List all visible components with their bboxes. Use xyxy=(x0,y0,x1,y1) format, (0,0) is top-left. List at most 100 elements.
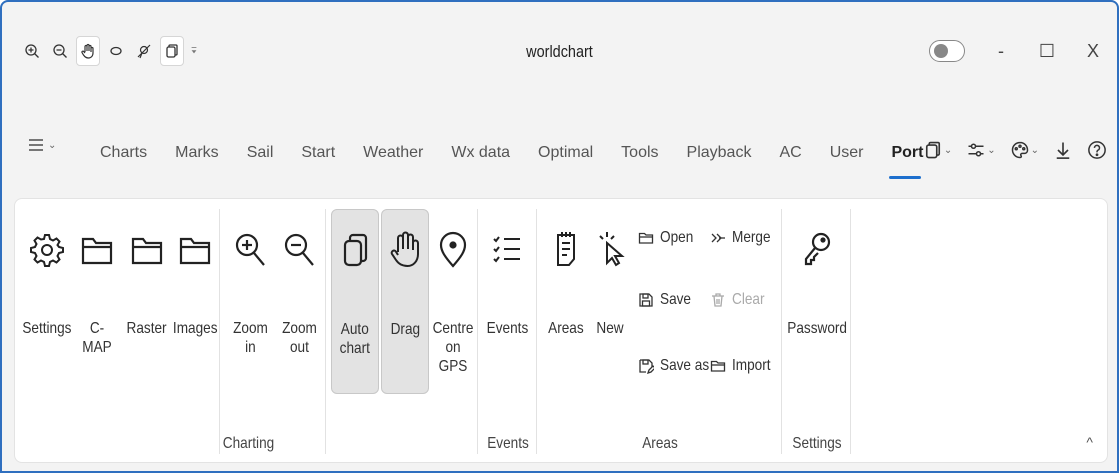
group-label-areas: Areas xyxy=(642,435,678,452)
chevron-down-icon: ⌄ xyxy=(1030,144,1039,156)
zoom-out-button[interactable] xyxy=(48,36,72,66)
save-label: Save xyxy=(660,291,691,308)
theme-toggle[interactable] xyxy=(929,40,965,62)
palette-dropdown[interactable]: ⌄ xyxy=(1010,140,1039,160)
chevron-down-icon: ⌄ xyxy=(48,139,57,151)
tab-user[interactable]: User xyxy=(830,144,864,161)
drag-ribbon-button[interactable]: Drag xyxy=(381,209,429,394)
save-area-button[interactable]: Save xyxy=(638,291,696,309)
chevron-down-icon: ⌄ xyxy=(987,144,996,156)
hamburger-menu-button[interactable]: ⌄ xyxy=(28,136,56,154)
close-button[interactable]: X xyxy=(1083,41,1103,62)
group-divider xyxy=(850,209,851,454)
ribbon-tab-row: ⌄ Charts Marks Sail Start Weather Wx dat… xyxy=(2,130,1117,190)
cmap-button[interactable]: C-MAP xyxy=(73,209,121,394)
tab-sail[interactable]: Sail xyxy=(247,144,274,161)
import-button[interactable]: Import xyxy=(710,357,777,375)
images-label: Images xyxy=(172,320,218,337)
tab-tools[interactable]: Tools xyxy=(621,144,658,161)
download-button[interactable] xyxy=(1053,140,1073,160)
gear-icon xyxy=(30,234,64,267)
new-cursor-icon xyxy=(599,232,625,267)
images-button[interactable]: Images xyxy=(171,209,219,394)
merge-button[interactable]: Merge xyxy=(710,229,777,247)
auto-chart-label: Auto chart xyxy=(339,321,371,357)
settings-button[interactable]: Settings xyxy=(22,209,72,394)
chart-mode-dropdown[interactable]: ⌄ xyxy=(923,140,952,160)
merge-icon xyxy=(711,233,725,243)
selected-tab-indicator xyxy=(889,176,922,179)
title-bar: worldchart - ☐ X xyxy=(2,2,1117,72)
help-icon xyxy=(1088,141,1106,159)
tab-ac[interactable]: AC xyxy=(779,144,801,161)
toggle-knob xyxy=(934,44,948,58)
tab-wx-data[interactable]: Wx data xyxy=(451,144,510,161)
save-as-icon xyxy=(639,359,654,374)
save-icon xyxy=(639,293,653,307)
zoom-in-button[interactable] xyxy=(20,36,44,66)
tab-playback[interactable]: Playback xyxy=(687,144,752,161)
tab-row-tools: ⌄ ⌄ ⌄ xyxy=(923,140,1107,160)
tab-weather[interactable]: Weather xyxy=(363,144,423,161)
group-events: Events Events xyxy=(481,209,535,457)
new-label: New xyxy=(596,320,624,337)
raster-button[interactable]: Raster xyxy=(123,209,171,394)
trash-icon xyxy=(712,293,724,307)
ribbon-tabs: Charts Marks Sail Start Weather Wx data … xyxy=(100,144,923,179)
open-area-button[interactable]: Open xyxy=(638,229,699,247)
tab-start[interactable]: Start xyxy=(301,144,335,161)
settings-label: Settings xyxy=(22,320,72,337)
maximize-button[interactable]: ☐ xyxy=(1037,41,1057,62)
zoom-out-icon xyxy=(53,44,67,58)
auto-chart-icon xyxy=(343,233,368,267)
zoom-in-ribbon-button[interactable]: Zoom in xyxy=(226,209,274,394)
folder-icon xyxy=(81,237,113,265)
zoom-in-icon xyxy=(25,44,39,58)
group-divider xyxy=(477,209,478,454)
open-label: Open xyxy=(660,229,694,246)
folder-open-icon xyxy=(710,360,726,372)
raster-label: Raster xyxy=(126,320,168,337)
areas-button[interactable]: Areas xyxy=(542,209,590,394)
divider xyxy=(219,209,220,454)
hamburger-icon xyxy=(29,139,43,151)
tab-port[interactable]: Port xyxy=(891,144,923,161)
help-button[interactable] xyxy=(1087,140,1107,160)
save-as-button[interactable]: Save as xyxy=(638,357,718,375)
password-button[interactable]: Password xyxy=(787,209,847,394)
folder-icon xyxy=(131,237,163,265)
zoom-in-label: Zoom in xyxy=(232,320,268,356)
centre-gps-button[interactable]: Centre on GPS xyxy=(429,209,477,394)
sliders-icon xyxy=(968,143,984,157)
chevron-down-icon: ⌄ xyxy=(943,144,953,156)
areas-label: Areas xyxy=(548,320,584,337)
chart-mode-icon xyxy=(925,141,940,159)
group-settings: Password Settings xyxy=(785,209,849,457)
adjust-dropdown[interactable]: ⌄ xyxy=(966,140,996,160)
window-title: worldchart xyxy=(526,42,593,61)
tab-charts[interactable]: Charts xyxy=(100,144,147,161)
tab-optimal[interactable]: Optimal xyxy=(538,144,593,161)
centre-gps-label: Centre on GPS xyxy=(432,320,474,375)
tab-marks[interactable]: Marks xyxy=(175,144,219,161)
password-label: Password xyxy=(787,320,847,337)
zoom-in-icon xyxy=(235,233,265,266)
import-label: Import xyxy=(732,357,771,374)
zoom-out-ribbon-button[interactable]: Zoom out xyxy=(275,209,323,394)
events-button[interactable]: Events xyxy=(483,209,531,394)
new-area-button[interactable]: New xyxy=(586,209,634,394)
key-icon xyxy=(804,232,831,266)
minimize-button[interactable]: - xyxy=(991,41,1011,62)
auto-chart-ribbon-button[interactable]: Auto chart xyxy=(331,209,379,394)
clear-button[interactable]: Clear xyxy=(710,291,770,309)
clear-label: Clear xyxy=(732,291,765,308)
folder-open-icon xyxy=(638,232,654,244)
folder-icon xyxy=(179,237,211,265)
group-charting: Settings C-MAP Raster Images Zoom in Zoo… xyxy=(21,209,476,457)
drag-label: Drag xyxy=(390,321,420,338)
app-window: worldchart - ☐ X ⌄ Charts Marks Sail Sta… xyxy=(0,0,1119,473)
group-label-events: Events xyxy=(487,435,529,452)
group-label-settings: Settings xyxy=(792,435,842,452)
collapse-ribbon-button[interactable]: ^ xyxy=(1086,434,1093,450)
palette-icon xyxy=(1011,141,1028,159)
